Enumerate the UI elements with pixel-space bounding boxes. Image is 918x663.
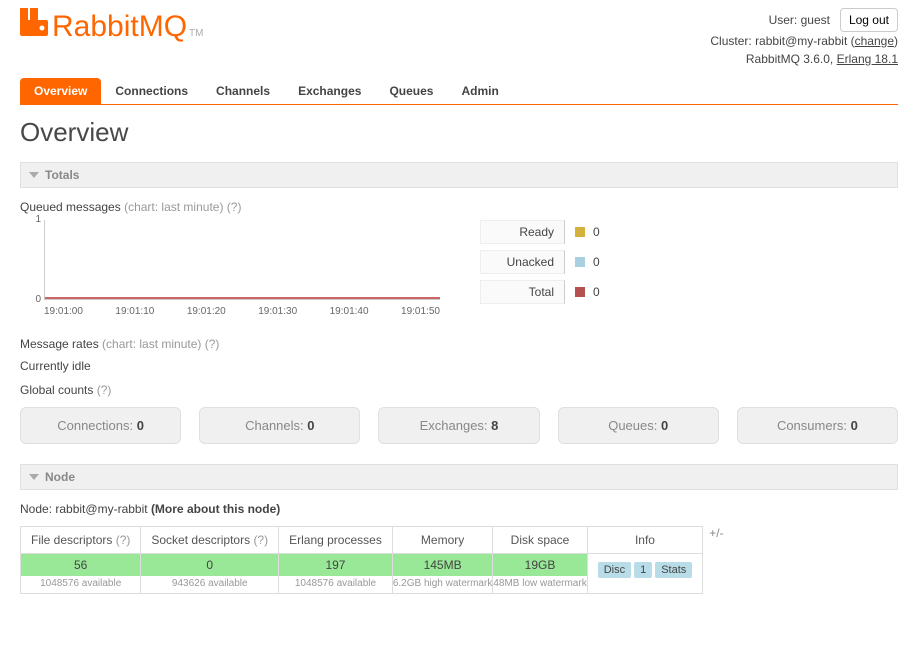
y-tick-max: 1 (21, 214, 41, 225)
mem-value: 145MB (393, 554, 493, 576)
queued-help-icon[interactable]: (?) (227, 200, 242, 214)
col-socket-descriptors: Socket descriptors (?) (141, 527, 279, 554)
main-tabs: Overview Connections Channels Exchanges … (20, 78, 898, 105)
chart-hint: (chart: last minute) (124, 200, 223, 214)
legend-total[interactable]: Total 0 (480, 280, 600, 304)
sd-sub: 943626 available (141, 576, 278, 593)
x-tick: 19:01:30 (258, 306, 297, 317)
change-cluster-link[interactable]: change (855, 34, 894, 48)
table-columns-toggle[interactable]: +/- (703, 526, 723, 540)
rabbitmq-icon (20, 8, 48, 36)
node-label: Node: (20, 502, 52, 516)
disk-value: 19GB (493, 554, 586, 576)
tab-connections[interactable]: Connections (101, 78, 202, 104)
global-counts-label: Global counts (20, 383, 93, 397)
y-tick-min: 0 (21, 294, 41, 305)
trademark: TM (189, 28, 203, 39)
count-connections[interactable]: Connections: 0 (20, 407, 181, 444)
totals-title: Totals (45, 168, 79, 182)
legend-unacked[interactable]: Unacked 0 (480, 250, 600, 274)
col-erlang-processes: Erlang processes (279, 527, 393, 554)
cluster-label: Cluster: (710, 34, 751, 48)
ready-swatch-icon (575, 227, 585, 237)
queued-messages-label: Queued messages (20, 200, 121, 214)
totals-section-toggle[interactable]: Totals (20, 162, 898, 188)
user-label: User: (769, 13, 798, 27)
tab-overview[interactable]: Overview (20, 78, 101, 104)
fd-help-icon[interactable]: (?) (116, 533, 131, 547)
proc-sub: 1048576 available (279, 576, 392, 593)
col-info: Info (587, 527, 703, 554)
chevron-down-icon (29, 474, 39, 480)
page-title: Overview (20, 117, 898, 148)
chart-total-line (45, 297, 440, 299)
tab-channels[interactable]: Channels (202, 78, 284, 104)
total-swatch-icon (575, 287, 585, 297)
tab-admin[interactable]: Admin (447, 78, 512, 104)
global-counts-help-icon[interactable]: (?) (97, 383, 112, 397)
x-tick: 19:01:10 (115, 306, 154, 317)
node-name: rabbit@my-rabbit (55, 502, 147, 516)
rates-help-icon[interactable]: (?) (205, 337, 220, 351)
x-tick: 19:01:00 (44, 306, 83, 317)
cluster-value: rabbit@my-rabbit (755, 34, 847, 48)
count-exchanges[interactable]: Exchanges: 8 (378, 407, 539, 444)
disk-sub: 48MB low watermark (493, 576, 586, 593)
message-rates-label: Message rates (20, 337, 99, 351)
sd-help-icon[interactable]: (?) (253, 533, 268, 547)
brand-text: RabbitMQ (52, 10, 187, 44)
fd-sub: 1048576 available (21, 576, 140, 593)
more-about-node-link[interactable]: (More about this node) (151, 502, 280, 516)
logout-button[interactable]: Log out (840, 8, 898, 32)
col-memory: Memory (392, 527, 493, 554)
count-queues[interactable]: Queues: 0 (558, 407, 719, 444)
tab-exchanges[interactable]: Exchanges (284, 78, 375, 104)
badge-disc[interactable]: Disc (598, 562, 631, 578)
count-consumers[interactable]: Consumers: 0 (737, 407, 898, 444)
x-tick: 19:01:20 (187, 306, 226, 317)
tab-queues[interactable]: Queues (375, 78, 447, 104)
node-stats-table: File descriptors (?) Socket descriptors … (20, 526, 703, 594)
fd-value: 56 (21, 554, 140, 576)
chevron-down-icon (29, 172, 39, 178)
mem-sub: 6.2GB high watermark (393, 576, 493, 593)
legend-ready[interactable]: Ready 0 (480, 220, 600, 244)
proc-value: 197 (279, 554, 392, 576)
x-tick: 19:01:40 (330, 306, 369, 317)
badge-count[interactable]: 1 (634, 562, 652, 578)
rates-chart-hint: (chart: last minute) (102, 337, 201, 351)
col-file-descriptors: File descriptors (?) (21, 527, 141, 554)
idle-text: Currently idle (20, 359, 898, 373)
queued-messages-chart: 1 0 19:01:00 19:01:10 19:01:20 19:01:30 … (20, 220, 440, 317)
badge-stats[interactable]: Stats (655, 562, 692, 578)
sd-value: 0 (141, 554, 278, 576)
count-channels[interactable]: Channels: 0 (199, 407, 360, 444)
x-tick: 19:01:50 (401, 306, 440, 317)
erlang-link[interactable]: Erlang 18.1 (837, 52, 898, 66)
version-text: RabbitMQ 3.6.0, (746, 52, 833, 66)
col-disk-space: Disk space (493, 527, 587, 554)
user-value: guest (801, 13, 830, 27)
brand-logo: RabbitMQ TM (20, 8, 204, 44)
node-section-toggle[interactable]: Node (20, 464, 898, 490)
unacked-swatch-icon (575, 257, 585, 267)
node-title: Node (45, 470, 75, 484)
chart-legend: Ready 0 Unacked 0 Total 0 (480, 220, 600, 304)
